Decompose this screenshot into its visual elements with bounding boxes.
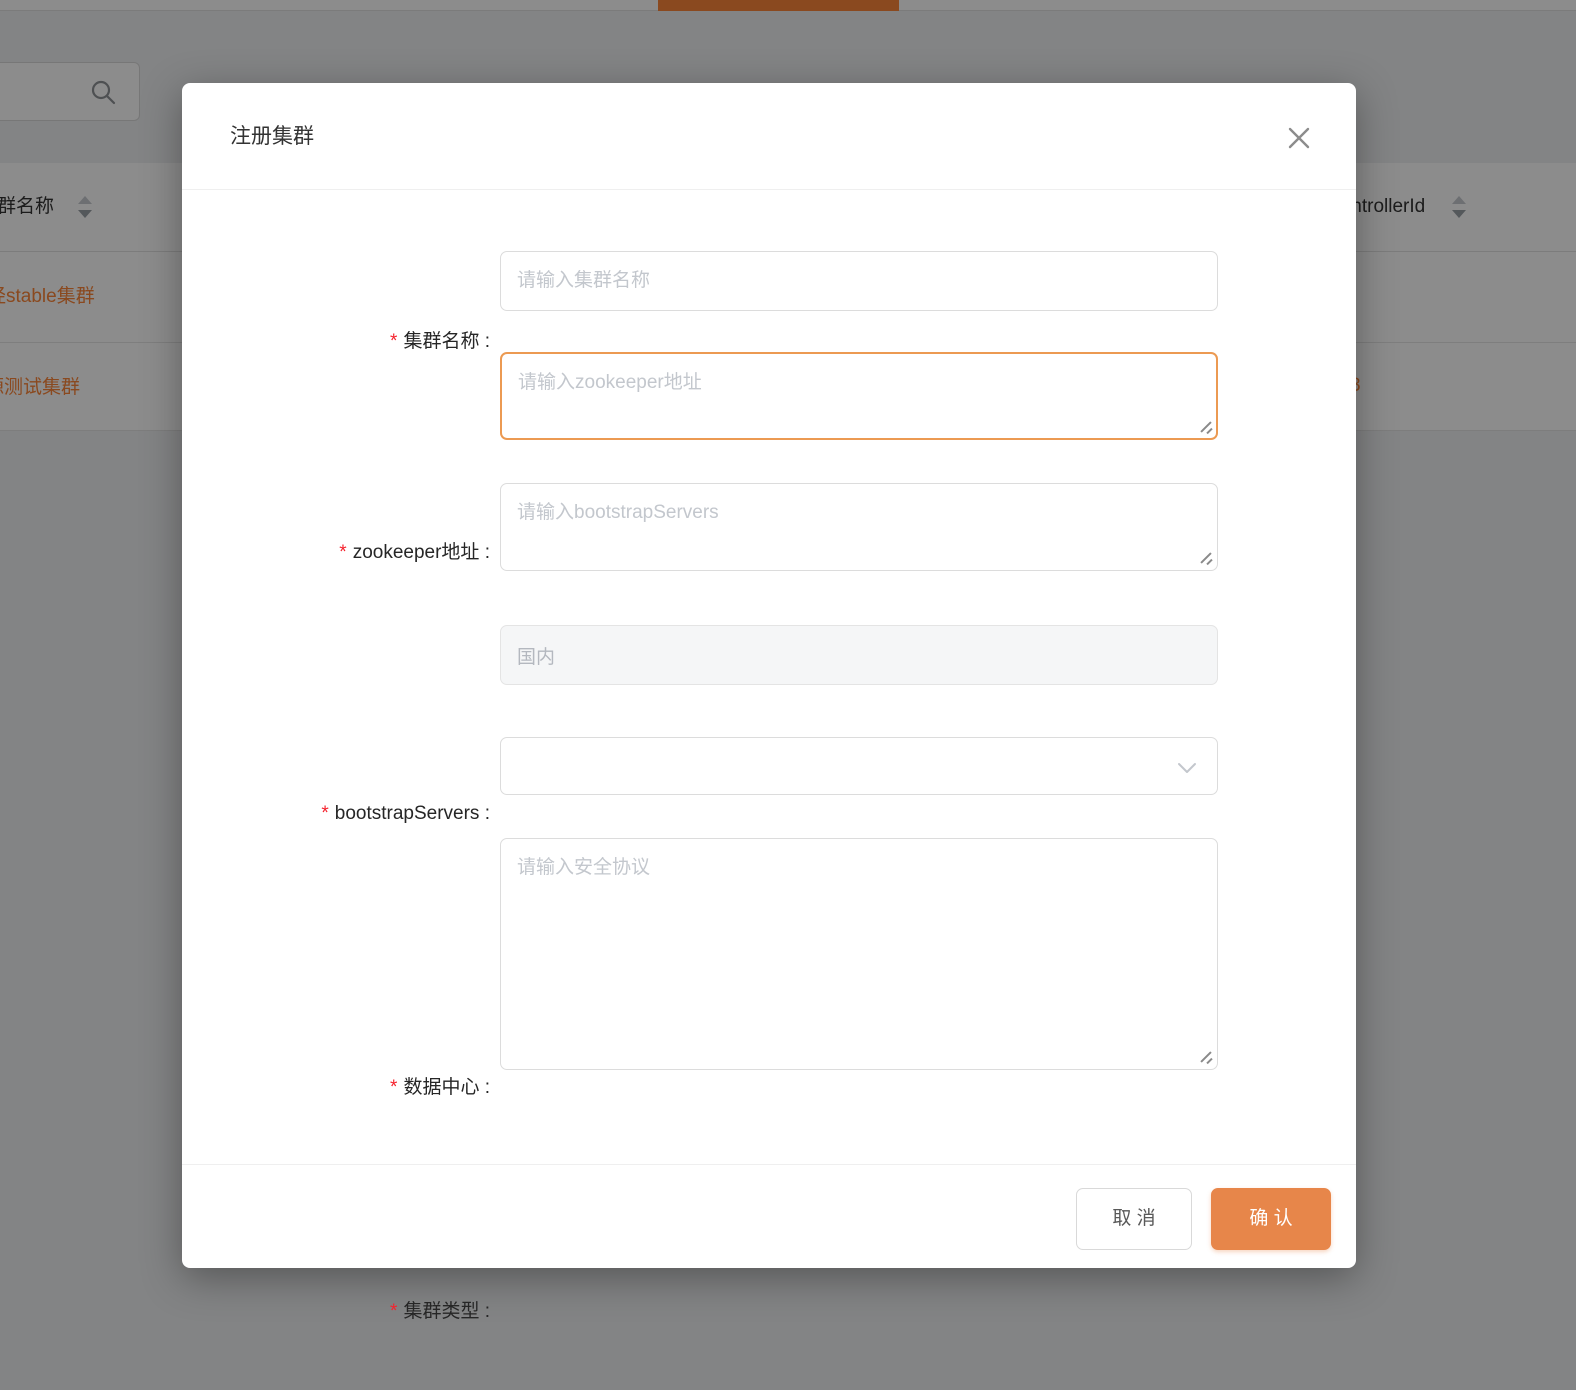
- zookeeper-address-textarea[interactable]: [500, 352, 1218, 440]
- required-marker: *: [390, 1301, 397, 1322]
- required-marker: *: [390, 1077, 397, 1098]
- modal-header: 注册集群: [182, 83, 1356, 190]
- field-label: *集群类型 :: [390, 1299, 490, 1325]
- field-bootstrap-servers: *bootstrapServers :: [182, 483, 1356, 571]
- modal-body: *集群名称 : *zookeeper地址 : *bootstrapServers…: [182, 190, 1356, 1164]
- field-label: *数据中心 :: [390, 1075, 490, 1101]
- chevron-down-icon: [1175, 756, 1199, 780]
- security-protocol-textarea[interactable]: [500, 838, 1218, 1070]
- required-marker: *: [390, 331, 397, 352]
- modal-title: 注册集群: [230, 124, 314, 150]
- screen: 集群名称 ControllerId 经stable集群 源测试集群 3: [0, 0, 1576, 1390]
- bootstrap-servers-textarea[interactable]: [500, 483, 1218, 571]
- field-label: *bootstrapServers :: [321, 801, 490, 827]
- close-icon[interactable]: [1284, 123, 1314, 153]
- cancel-button[interactable]: 取 消: [1076, 1188, 1192, 1250]
- field-security-protocol: 安全协议 :: [182, 838, 1356, 1070]
- field-zookeeper-address: *zookeeper地址 :: [182, 352, 1356, 440]
- modal-footer: 取 消 确 认: [182, 1164, 1356, 1268]
- cluster-type-select[interactable]: [500, 737, 1218, 795]
- required-marker: *: [321, 803, 328, 824]
- register-cluster-modal: 注册集群 *集群名称 : *zookeeper地址 :: [182, 83, 1356, 1268]
- confirm-button[interactable]: 确 认: [1211, 1188, 1331, 1250]
- data-center-input: [500, 625, 1218, 685]
- cluster-name-input[interactable]: [500, 251, 1218, 311]
